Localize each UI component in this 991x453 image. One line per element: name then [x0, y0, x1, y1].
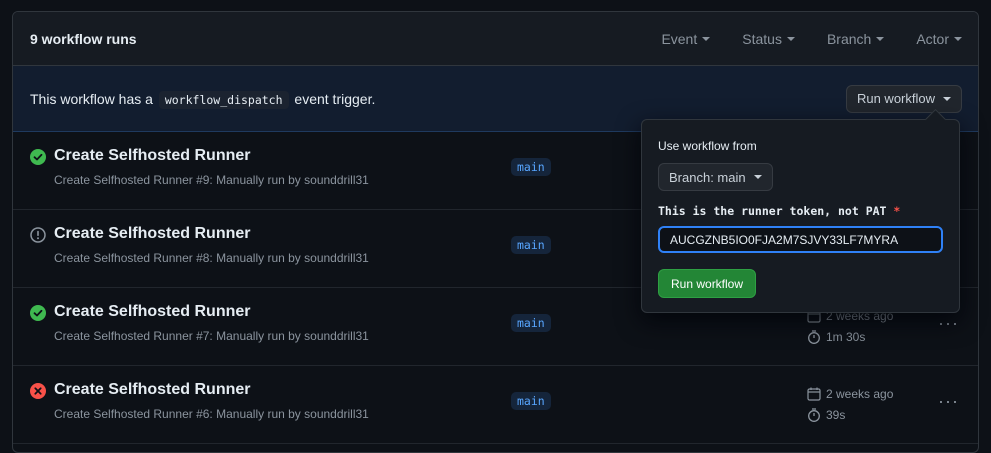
filter-actor[interactable]: Actor — [916, 31, 962, 47]
run-title-link[interactable]: Create Selfhosted Runner — [54, 147, 250, 165]
run-duration: 1m 30s — [807, 330, 865, 344]
kebab-menu-icon[interactable]: ··· — [938, 392, 959, 410]
check-circle-icon — [30, 149, 46, 165]
run-title-link[interactable]: Create Selfhosted Runner — [54, 225, 250, 243]
branch-badge[interactable]: main — [511, 236, 551, 254]
banner-text-after: event trigger. — [294, 90, 376, 107]
run-subtitle: Create Selfhosted Runner #7: Manually ru… — [54, 329, 369, 343]
chevron-down-icon — [786, 36, 795, 41]
filter-status-label: Status — [742, 30, 782, 47]
filter-branch[interactable]: Branch — [826, 30, 885, 47]
check-circle-icon — [30, 305, 46, 321]
run-duration-text: 39s — [826, 408, 846, 422]
filter-status[interactable]: Status — [742, 31, 795, 47]
chevron-down-icon — [954, 36, 962, 41]
filter-branch-label: Branch — [826, 30, 872, 47]
warning-circle-icon — [30, 227, 46, 243]
kebab-menu-icon[interactable]: ··· — [938, 314, 959, 332]
branch-badge[interactable]: main — [511, 314, 551, 332]
token-label-text: This is the runner token, not PAT — [658, 204, 887, 218]
branch-select-label: Branch: main — [669, 169, 746, 185]
runs-header: 9 workflow runs Event Status Branch Acto… — [13, 12, 978, 66]
run-subtitle: Create Selfhosted Runner #6: Manually ru… — [54, 407, 369, 421]
chevron-down-icon — [943, 96, 951, 101]
run-title-link[interactable]: Create Selfhosted Runner — [54, 381, 250, 399]
run-workflow-popover: Use workflow from Branch: main This is t… — [641, 119, 960, 313]
banner-text: This workflow has a workflow_dispatch ev… — [30, 90, 846, 109]
branch-select-button[interactable]: Branch: main — [658, 163, 773, 191]
run-duration-text: 1m 30s — [826, 330, 866, 344]
run-date-text: 2 weeks ago — [826, 387, 894, 401]
calendar-icon — [807, 387, 821, 401]
run-workflow-label: Run workflow — [856, 91, 935, 106]
filter-actor-label: Actor — [916, 30, 949, 47]
run-workflow-dropdown-button[interactable]: Run workflow — [845, 84, 962, 113]
use-workflow-from-label: Use workflow from — [658, 139, 757, 153]
runner-token-input[interactable] — [658, 226, 943, 253]
required-asterisk: * — [893, 204, 901, 218]
stopwatch-icon — [808, 408, 820, 422]
run-date: 2 weeks ago — [807, 387, 893, 401]
run-subtitle: Create Selfhosted Runner #8: Manually ru… — [54, 251, 369, 265]
branch-badge[interactable]: main — [511, 392, 551, 410]
chevron-down-icon — [876, 36, 885, 41]
chevron-down-icon — [753, 175, 762, 179]
run-row[interactable]: Create Selfhosted Runner Create Selfhost… — [13, 366, 978, 444]
run-subtitle: Create Selfhosted Runner #9: Manually ru… — [54, 173, 369, 187]
filter-event-label: Event — [661, 30, 698, 47]
token-field-label: This is the runner token, not PAT * — [658, 204, 900, 218]
filter-event[interactable]: Event — [661, 30, 711, 47]
chevron-down-icon — [702, 36, 711, 41]
run-title-link[interactable]: Create Selfhosted Runner — [54, 303, 250, 321]
stopwatch-icon — [808, 330, 820, 344]
run-duration: 39s — [807, 408, 845, 422]
runs-count-title: 9 workflow runs — [30, 30, 137, 47]
branch-badge[interactable]: main — [511, 158, 551, 176]
x-circle-icon — [30, 383, 46, 399]
run-workflow-submit-button[interactable]: Run workflow — [658, 269, 757, 298]
banner-code: workflow_dispatch — [158, 90, 289, 109]
banner-text-before: This workflow has a — [30, 90, 153, 107]
